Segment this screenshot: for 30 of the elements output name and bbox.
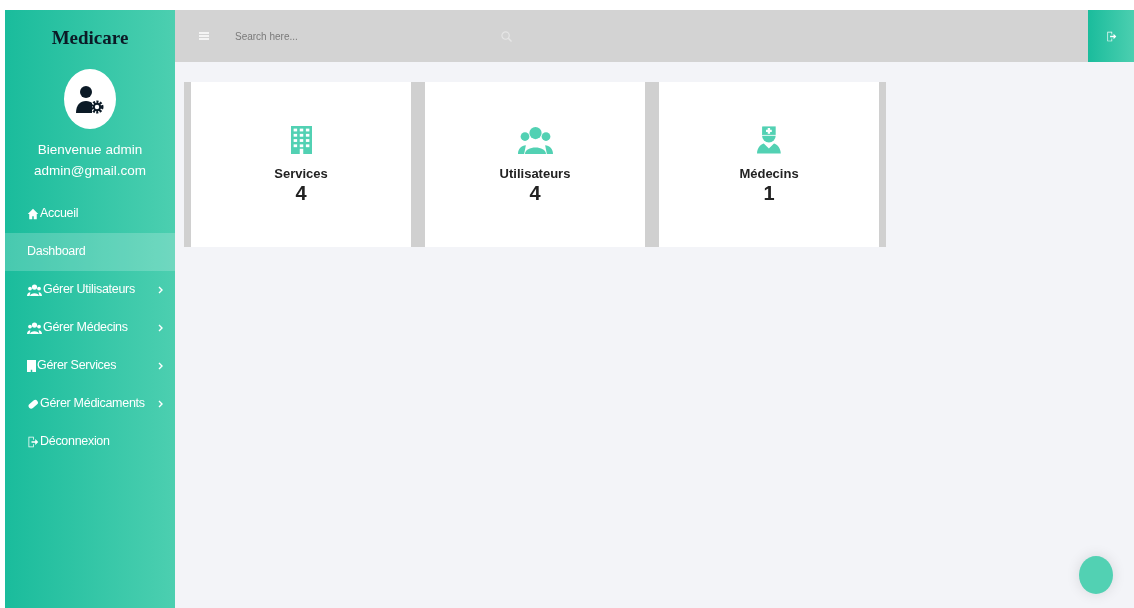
- sidebar-item[interactable]: Gérer Médicaments: [5, 384, 175, 423]
- menu-icon[interactable]: [199, 32, 209, 40]
- logout-button[interactable]: [1088, 10, 1134, 62]
- card-value: 4: [295, 183, 307, 204]
- admin-avatar-icon: [64, 68, 116, 129]
- card-label: Services: [274, 164, 328, 183]
- search-field[interactable]: Search here...: [235, 28, 495, 44]
- user-email: admin@gmail.com: [33, 161, 147, 180]
- sidebar-item[interactable]: Gérer Services: [5, 346, 175, 385]
- card-label: Utilisateurs: [499, 164, 571, 183]
- card-value: 4: [529, 183, 541, 204]
- home-icon: [27, 207, 39, 220]
- doctor-icon: [757, 125, 781, 154]
- welcome-text: Bienvenue admin: [36, 140, 144, 159]
- sidebar-item[interactable]: Déconnexion: [5, 422, 175, 461]
- logout-icon: [27, 435, 39, 448]
- building-icon: [290, 125, 312, 154]
- pills-icon: [27, 397, 39, 410]
- sidebar-item[interactable]: Gérer Utilisateurs: [5, 270, 175, 309]
- logout-icon: [1105, 30, 1117, 42]
- users-icon: [27, 283, 42, 296]
- building-icon: [27, 359, 36, 372]
- sidebar-item[interactable]: Gérer Médecins: [5, 308, 175, 347]
- brand-logo: Medicare: [50, 26, 130, 50]
- users-icon: [517, 125, 553, 154]
- sidebar-item[interactable]: Accueil: [5, 194, 175, 233]
- sidebar-item[interactable]: Dashboard: [5, 232, 175, 271]
- card-value: 1: [763, 183, 775, 204]
- card-label: Médecins: [739, 164, 799, 183]
- users-icon: [27, 321, 42, 334]
